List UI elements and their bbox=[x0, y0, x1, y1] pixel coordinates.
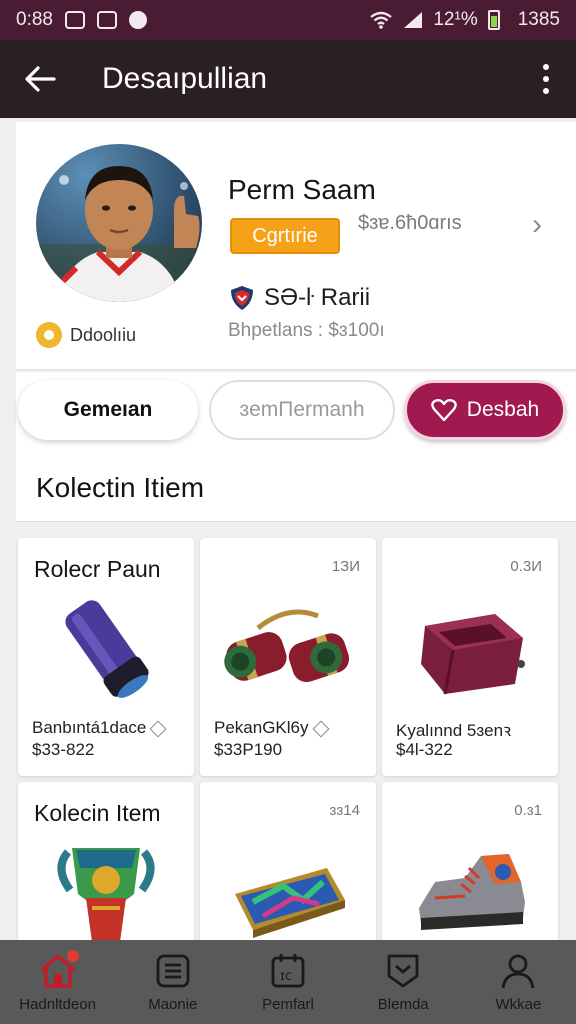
tile-price: $4l-322 bbox=[396, 740, 453, 759]
home-icon bbox=[39, 949, 79, 990]
gallery-icon: ɪc bbox=[269, 952, 307, 990]
tile-count: 0.ɜ1 bbox=[514, 802, 542, 819]
collection-tile[interactable]: 0.3И Kyalınnd 5ɜenꝛ $4l-322 bbox=[382, 538, 558, 776]
status-clock-right: 1385 bbox=[517, 9, 560, 30]
nav-item-list[interactable]: Maonie bbox=[115, 940, 230, 1024]
chest-icon bbox=[200, 838, 376, 942]
tile-item-name: Kyalınnd 5ɜenꝛ bbox=[396, 721, 512, 740]
wifi-icon bbox=[370, 11, 393, 29]
camera-notification-icon bbox=[64, 11, 85, 29]
battery-percent: 12¹% bbox=[433, 9, 478, 30]
chevron-right-icon[interactable]: › bbox=[532, 208, 542, 242]
collection-header: Kolectin Itiem bbox=[16, 456, 576, 522]
diamond-icon bbox=[312, 720, 329, 738]
profile-name: Perm Saam bbox=[228, 174, 376, 205]
tile-item-name: Banbıntá1dace bbox=[32, 718, 167, 738]
nav-label: Hadnltdeon bbox=[19, 995, 96, 1013]
status-bar: 0:88 12¹% 1385 bbox=[0, 0, 576, 40]
app-bar: Desaıpullian bbox=[0, 40, 576, 118]
badge-icon bbox=[384, 952, 422, 990]
scope-tube-icon bbox=[18, 588, 194, 708]
arrow-left-icon bbox=[25, 66, 56, 92]
tile-count: ɜɜ14 bbox=[329, 802, 360, 819]
nav-label: Maonie bbox=[148, 995, 198, 1013]
back-button[interactable] bbox=[0, 40, 80, 118]
badge-label: Ddoolıiu bbox=[70, 324, 137, 345]
sneaker-icon bbox=[382, 838, 558, 942]
tile-title: Rolecr Paun bbox=[34, 556, 161, 582]
trophy-icon bbox=[18, 838, 194, 942]
tile-price: $33-822 bbox=[32, 740, 95, 759]
profile-card: Ddoolıiu Perm Saam Cgrtırie $ɜɐ.6ħ0ɑrıs … bbox=[16, 122, 576, 370]
signal-icon bbox=[404, 12, 423, 28]
collection-tile[interactable]: Rolecr Paun Banbıntá1dace $33-822 bbox=[18, 538, 194, 776]
bottom-navigation: Hadnltdeon Maonie ɪc Pemfarl Blemda Wkka… bbox=[0, 940, 576, 1024]
favorite-button[interactable]: Desbah bbox=[404, 380, 566, 440]
profile-icon bbox=[499, 952, 537, 990]
team-shield-icon bbox=[231, 286, 253, 310]
team-name: SƏ-ŀ Rarii bbox=[264, 284, 371, 311]
image-notification-icon bbox=[96, 11, 117, 29]
nav-item-gallery[interactable]: ɪc Pemfarl bbox=[230, 940, 345, 1024]
nav-item-profile[interactable]: Wkkae bbox=[461, 940, 576, 1024]
tile-price: $33P190 bbox=[214, 740, 283, 759]
nav-label: Wkkae bbox=[495, 995, 542, 1013]
action-row: Gemeıan ɜemПermanh Desbah bbox=[16, 372, 576, 456]
bag-icon bbox=[382, 588, 558, 708]
collection-tile[interactable]: 1ЗИ PekanGKl6y $33P190 bbox=[200, 538, 376, 776]
heart-icon bbox=[431, 398, 457, 422]
status-time: 0:88 bbox=[16, 9, 53, 30]
binoculars-icon bbox=[200, 588, 376, 708]
notification-dot bbox=[66, 949, 79, 962]
settings-notification-icon bbox=[128, 11, 147, 29]
nav-item-badge[interactable]: Blemda bbox=[346, 940, 461, 1024]
tile-count: 0.3И bbox=[510, 558, 542, 575]
nav-item-home[interactable]: Hadnltdeon bbox=[0, 940, 115, 1024]
status-badge[interactable]: Cgrtırie bbox=[230, 218, 340, 254]
team-row: SƏ-ŀ Rarii bbox=[230, 284, 370, 312]
tile-item-name: PekanGKl6y bbox=[214, 718, 329, 738]
more-options-button[interactable] bbox=[516, 40, 576, 118]
nav-label: Blemda bbox=[377, 995, 429, 1013]
page-title: Desaıpullian bbox=[102, 62, 268, 95]
svg-text:ɪc: ɪc bbox=[280, 969, 292, 984]
section-title: Kolectin Itiem bbox=[36, 472, 205, 503]
profile-price: $ɜɐ.6ħ0ɑrıs bbox=[358, 212, 462, 234]
secondary-action-button[interactable]: ɜemПermanh bbox=[209, 380, 395, 440]
avatar[interactable] bbox=[36, 144, 202, 302]
list-icon bbox=[154, 952, 192, 990]
battery-icon bbox=[487, 10, 500, 30]
coin-icon bbox=[36, 322, 62, 348]
nav-label: Pemfarl bbox=[262, 995, 314, 1013]
more-vertical-icon bbox=[543, 64, 549, 70]
tile-count: 1ЗИ bbox=[331, 558, 360, 575]
diamond-icon bbox=[149, 720, 167, 738]
tile-title: Kolecin Item bbox=[34, 800, 161, 826]
favorite-label: Desbah bbox=[466, 398, 540, 421]
profile-meta: Bhpetlans : $ɜ100ı bbox=[228, 320, 385, 341]
primary-action-button[interactable]: Gemeıan bbox=[18, 380, 198, 440]
badge-row: Ddoolıiu bbox=[36, 322, 136, 348]
player-photo bbox=[36, 166, 202, 302]
